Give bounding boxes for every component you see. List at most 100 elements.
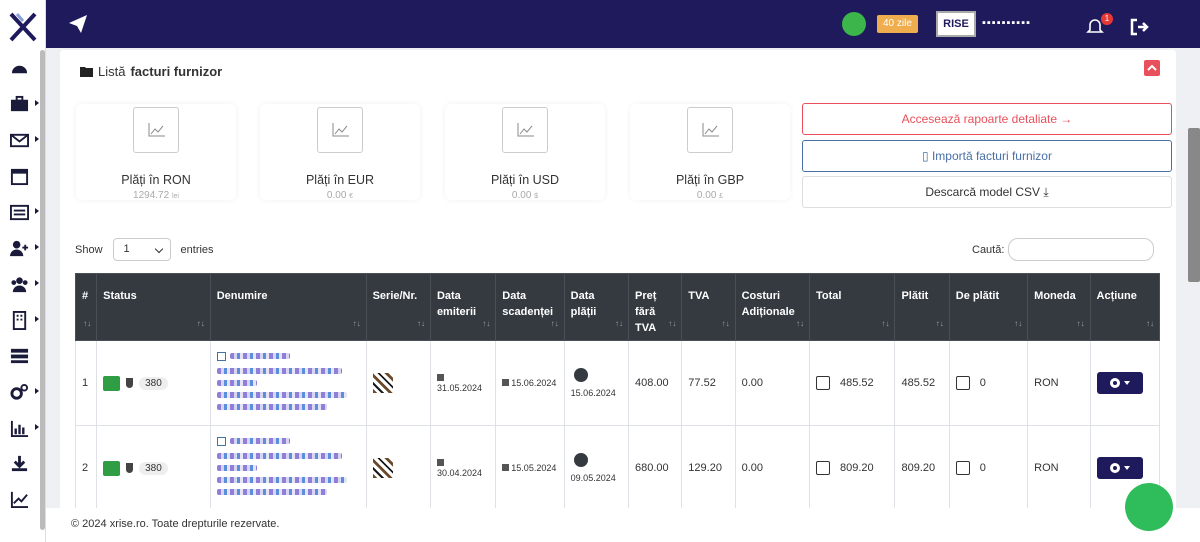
- total-cell: 485.52: [808, 340, 896, 426]
- action-cell: [1089, 340, 1161, 426]
- issue-date: 30.04.2024: [429, 425, 497, 511]
- row-actions-button[interactable]: [1096, 372, 1143, 394]
- currency: RON: [1027, 425, 1091, 511]
- column-header[interactable]: Data emiterii ↑↓: [429, 273, 497, 341]
- calendar-icon[interactable]: [573, 453, 588, 467]
- money-icon[interactable]: [103, 375, 121, 391]
- gear-icon: [1109, 378, 1120, 388]
- detailed-reports-button[interactable]: Accesează rapoarte detaliate →: [802, 103, 1172, 135]
- sort-icon: ↑↓: [668, 319, 677, 328]
- column-header[interactable]: # ↑↓: [74, 273, 98, 341]
- column-header[interactable]: Plătit ↑↓: [894, 273, 950, 341]
- supplier-name[interactable]: [209, 425, 367, 511]
- briefcase-icon[interactable]: [10, 93, 40, 115]
- gear-icon: [1109, 463, 1120, 473]
- status-cell: 380: [96, 425, 211, 511]
- table-row[interactable]: 2 380 30.04.2024 15.05.2024 09.05.2024 6…: [74, 425, 1161, 511]
- user-name[interactable]: ▪▪▪▪▪▪▪▪▪▪: [982, 17, 1031, 29]
- payment-date: 09.05.2024: [563, 425, 630, 511]
- column-header[interactable]: Status ↑↓: [96, 273, 211, 341]
- total-checkbox[interactable]: [815, 376, 830, 390]
- sort-icon: ↑↓: [352, 319, 361, 328]
- column-header[interactable]: Denumire ↑↓: [209, 273, 367, 341]
- calendar-icon[interactable]: [573, 368, 588, 382]
- stat-ron: Plăți în RON 1294.72 lei: [76, 104, 236, 201]
- dashboard-icon[interactable]: [10, 58, 40, 80]
- money-icon[interactable]: [103, 460, 121, 476]
- support-chat-icon[interactable]: [1125, 483, 1173, 531]
- download-icon: ⤓: [1040, 185, 1049, 199]
- line-chart-icon[interactable]: [10, 488, 40, 510]
- sidebar-scrollbar[interactable]: [40, 50, 45, 530]
- add-user-icon[interactable]: [10, 237, 40, 259]
- table-header: # ↑↓ Status ↑↓ Denumire ↑↓ Serie/Nr. ↑↓ Data…: [74, 273, 1161, 341]
- due-checkbox[interactable]: [955, 376, 970, 390]
- total-checkbox[interactable]: [815, 461, 830, 475]
- page-length-control: Show 1 entries: [75, 238, 214, 261]
- series-number: [365, 425, 431, 511]
- due-value: 0: [979, 376, 986, 389]
- supplier-name[interactable]: [209, 340, 367, 426]
- column-header[interactable]: Total ↑↓: [808, 273, 896, 341]
- column-header[interactable]: Data scadenței ↑↓: [495, 273, 565, 341]
- row-actions-button[interactable]: [1096, 457, 1143, 479]
- search-label: Caută:: [972, 243, 1005, 256]
- sort-icon: ↑↓: [1014, 319, 1023, 328]
- download-csv-button[interactable]: Descarcă model CSV ⤓: [802, 176, 1172, 208]
- title-prefix: Listă: [98, 64, 126, 79]
- entries-select[interactable]: 1: [112, 238, 171, 261]
- notification-count: 1: [1101, 13, 1113, 25]
- caret-down-icon: [1123, 466, 1130, 470]
- total-value: 485.52: [839, 376, 874, 389]
- download-icon[interactable]: [10, 452, 40, 474]
- edit-icon[interactable]: [216, 351, 226, 361]
- column-header[interactable]: Preț fără TVA ↑↓: [628, 273, 683, 341]
- xrise-logo[interactable]: [9, 12, 37, 42]
- stat-value: 0.00 $: [511, 190, 539, 201]
- column-header[interactable]: De plătit ↑↓: [948, 273, 1029, 341]
- server-icon[interactable]: [10, 344, 40, 366]
- page-scrollbar[interactable]: [1188, 128, 1200, 282]
- caret-down-icon: [1123, 381, 1130, 385]
- stat-label: Plăți în GBP: [675, 173, 745, 187]
- table-row[interactable]: 1 380 31.05.2024 15.06.2024 15.06.2024 4…: [74, 340, 1161, 426]
- show-label: Show: [75, 243, 103, 256]
- shield-icon: [126, 378, 134, 388]
- list-icon[interactable]: [10, 201, 40, 223]
- collapse-button[interactable]: [1144, 60, 1160, 76]
- due-date: 15.05.2024: [495, 425, 565, 511]
- search-input[interactable]: [1008, 238, 1155, 261]
- page-title: Listă facturi furnizor: [80, 64, 222, 79]
- subscription-days-badge[interactable]: 40 zile: [877, 15, 918, 33]
- users-icon[interactable]: [10, 273, 40, 295]
- stat-label: Plăți în USD: [490, 173, 560, 187]
- paper-plane-icon[interactable]: [68, 14, 88, 34]
- stat-label: Plăți în EUR: [305, 173, 375, 187]
- status-count: 380: [139, 376, 168, 390]
- envelope-icon[interactable]: [10, 129, 40, 151]
- column-header[interactable]: Acțiune ↑↓: [1089, 273, 1161, 341]
- column-header[interactable]: Costuri Adiționale ↑↓: [734, 273, 810, 341]
- vat-amount: 77.52: [681, 340, 736, 426]
- row-number: 2: [74, 425, 98, 511]
- bar-chart-icon[interactable]: [10, 417, 40, 439]
- total-cell: 809.20: [808, 425, 896, 511]
- currency: RON: [1027, 340, 1091, 426]
- logout-icon[interactable]: [1129, 18, 1149, 36]
- company-logo[interactable]: RISE: [936, 11, 976, 37]
- sort-icon: ↑↓: [482, 319, 491, 328]
- calendar-icon[interactable]: [10, 165, 40, 187]
- column-header[interactable]: Data plății ↑↓: [563, 273, 630, 341]
- status-count: 380: [139, 461, 168, 475]
- due-checkbox[interactable]: [955, 461, 970, 475]
- cogs-icon[interactable]: [10, 381, 40, 403]
- edit-icon[interactable]: [216, 436, 226, 446]
- entries-label: entries: [180, 243, 214, 256]
- column-header[interactable]: Serie/Nr. ↑↓: [365, 273, 431, 341]
- import-invoices-button[interactable]: ▯ Importă facturi furnizor: [802, 140, 1172, 172]
- column-header[interactable]: TVA ↑↓: [681, 273, 736, 341]
- e-factura-icon[interactable]: [842, 12, 866, 36]
- column-header[interactable]: Moneda ↑↓: [1027, 273, 1091, 341]
- stat-gbp: Plăți în GBP 0.00 £: [630, 104, 790, 201]
- building-icon[interactable]: [10, 309, 40, 331]
